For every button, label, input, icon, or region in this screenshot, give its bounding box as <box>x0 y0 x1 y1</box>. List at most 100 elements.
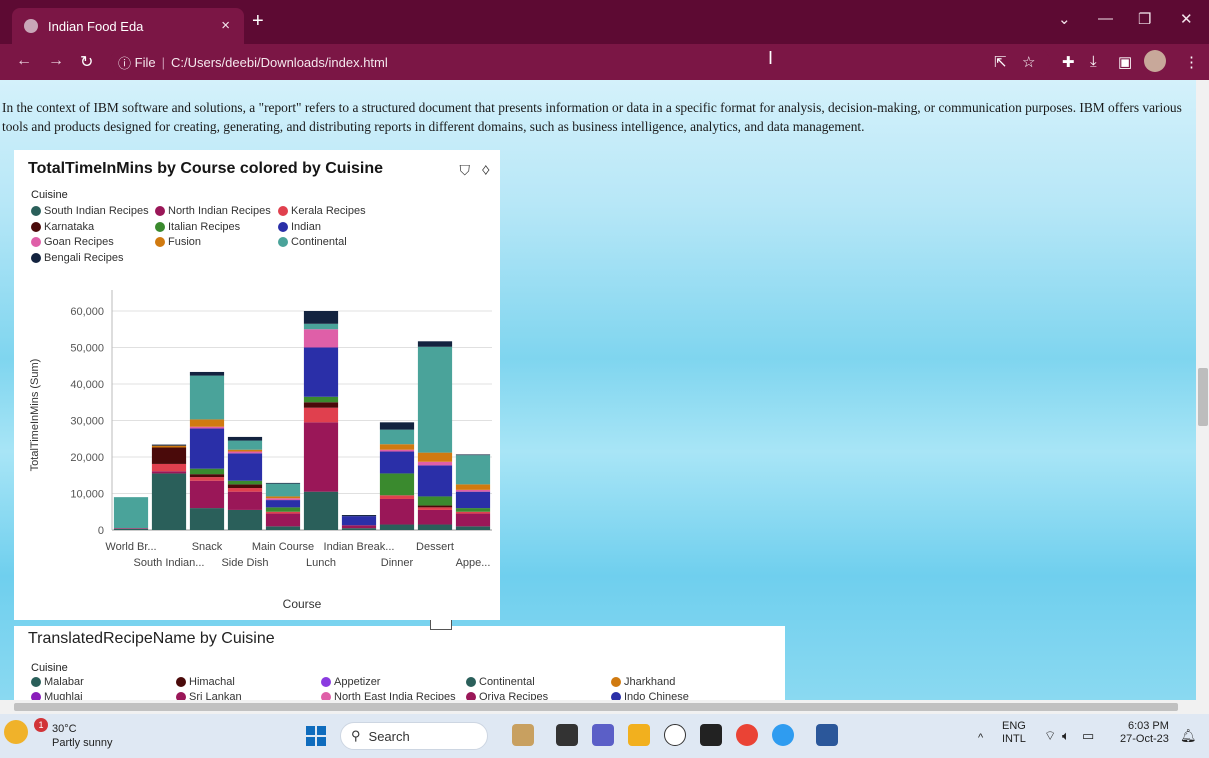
bar-segment <box>227 484 263 489</box>
extensions-icon[interactable]: ✚ <box>1062 53 1075 71</box>
bookmark-star-icon[interactable]: ☆ <box>1022 53 1035 71</box>
bar-segment <box>303 347 339 397</box>
restore-button[interactable]: ❐ <box>1138 10 1151 28</box>
word-icon[interactable] <box>816 724 838 746</box>
sidepanel-icon[interactable]: ▣ <box>1118 53 1132 71</box>
battery-icon[interactable]: ▭ <box>1082 728 1094 744</box>
bar-segment <box>417 507 453 510</box>
menu-icon[interactable]: ⋮ <box>1184 53 1199 71</box>
legend-swatch <box>31 692 41 700</box>
bar-segment <box>455 513 491 527</box>
y-tick-label: 10,000 <box>70 489 104 501</box>
clock-time: 6:03 PM <box>1127 720 1169 732</box>
task-view-icon[interactable] <box>556 724 578 746</box>
bar-segment <box>455 508 491 512</box>
bar-segment <box>265 511 301 514</box>
language-indicator[interactable]: ENG INTL <box>1002 720 1026 746</box>
bar-segment <box>417 505 453 508</box>
x-tick-label: Indian Break... <box>324 541 395 553</box>
taskbar-search[interactable]: ⚲ Search <box>340 722 488 750</box>
back-icon[interactable]: ← <box>16 52 32 70</box>
intro-paragraph: In the context of IBM software and solut… <box>2 100 1182 134</box>
bar-segment <box>265 483 301 497</box>
tab-indian-food-eda[interactable]: Indian Food Eda × <box>12 8 244 44</box>
folder-icon[interactable] <box>628 724 650 746</box>
legend-item[interactable]: Mughlai <box>31 691 83 700</box>
weather-icon[interactable] <box>4 720 28 744</box>
bar-segment <box>151 447 187 464</box>
amazon-icon[interactable] <box>700 724 722 746</box>
volume-icon[interactable]: 🔈︎ <box>1062 728 1070 744</box>
legend-item[interactable]: Indo Chinese <box>611 691 689 700</box>
x-tick-label: Main Course <box>252 541 314 553</box>
bar-segment <box>455 455 491 485</box>
legend-item[interactable]: Malabar <box>31 676 84 688</box>
bar-segment <box>227 491 263 510</box>
x-tick-label: Snack <box>192 541 223 553</box>
bar-segment <box>341 528 377 530</box>
bar-segment <box>417 524 453 530</box>
address-bar[interactable]: ⓘ File | C:/Users/deebi/Downloads/index.… <box>110 48 1050 76</box>
edge-icon[interactable] <box>772 724 794 746</box>
wifi-icon[interactable]: ⌔ <box>1044 728 1056 744</box>
favicon-icon <box>24 19 38 33</box>
legend-label: Indo Chinese <box>624 691 689 700</box>
legend-item[interactable]: Jharkhand <box>611 676 675 688</box>
legend2-title: Cuisine <box>31 662 68 674</box>
legend-item[interactable]: Himachal <box>176 676 235 688</box>
teams-icon[interactable] <box>592 724 614 746</box>
bar-segment <box>379 449 415 452</box>
file-explorer-icon[interactable] <box>512 724 534 746</box>
bar-segment <box>455 489 491 492</box>
minimize-button[interactable]: — <box>1098 10 1113 27</box>
bar-segment <box>303 311 339 324</box>
close-tab-icon[interactable]: × <box>221 17 230 34</box>
legend-item[interactable]: North East India Recipes <box>321 691 456 700</box>
bar-segment <box>189 508 225 530</box>
resize-handle-icon[interactable] <box>430 620 452 630</box>
tray-chevron-icon[interactable]: ^ <box>978 732 983 744</box>
lang-code: ENG <box>1002 720 1026 732</box>
x-tick-label: World Br... <box>105 541 156 553</box>
bar-segment <box>189 468 225 475</box>
tab-search-icon[interactable]: ⌄ <box>1058 10 1071 28</box>
weather-widget[interactable]: 30°C Partly sunny <box>52 722 113 750</box>
temperature: 30°C <box>52 723 77 735</box>
bar-segment <box>227 436 263 441</box>
new-tab-button[interactable]: + <box>252 10 264 33</box>
legend-label: Malabar <box>44 676 84 688</box>
legend-label: Continental <box>479 676 535 688</box>
profile-avatar[interactable] <box>1144 50 1166 72</box>
dell-icon[interactable] <box>664 724 686 746</box>
bar-segment <box>379 498 415 525</box>
share-icon[interactable]: ⇱ <box>994 53 1007 71</box>
legend-swatch <box>321 677 331 687</box>
chrome-icon[interactable] <box>736 724 758 746</box>
legend-item[interactable]: Appetizer <box>321 676 380 688</box>
bar-segment <box>455 454 491 456</box>
bar-segment <box>227 480 263 485</box>
bar-segment <box>151 463 187 472</box>
close-window-button[interactable]: ✕ <box>1180 10 1193 28</box>
bar-segment <box>417 496 453 506</box>
notification-bell-icon[interactable]: 🔔︎ <box>1180 728 1197 744</box>
vertical-scroll-thumb[interactable] <box>1198 368 1208 426</box>
legend-swatch <box>176 692 186 700</box>
legend-item[interactable]: Sri Lankan <box>176 691 242 700</box>
clock-date: 27-Oct-23 <box>1120 733 1169 745</box>
bar-segment <box>341 515 377 517</box>
download-icon[interactable]: ⤓ <box>1090 53 1097 70</box>
clock[interactable]: 6:03 PM 27-Oct-23 <box>1120 720 1169 746</box>
reload-icon[interactable]: ↻ <box>80 52 93 72</box>
forward-icon[interactable]: → <box>48 52 64 70</box>
legend-item[interactable]: Oriya Recipes <box>466 691 548 700</box>
address-text: C:/Users/deebi/Downloads/index.html <box>170 54 388 70</box>
start-button[interactable] <box>306 726 326 746</box>
bar-segment <box>417 465 453 497</box>
bar-segment <box>189 426 225 429</box>
search-icon: ⚲ <box>351 728 361 743</box>
legend-item[interactable]: Continental <box>466 676 535 688</box>
horizontal-scroll-thumb[interactable] <box>14 703 1178 711</box>
bar-segment <box>151 445 187 448</box>
bar-segment <box>341 525 377 529</box>
